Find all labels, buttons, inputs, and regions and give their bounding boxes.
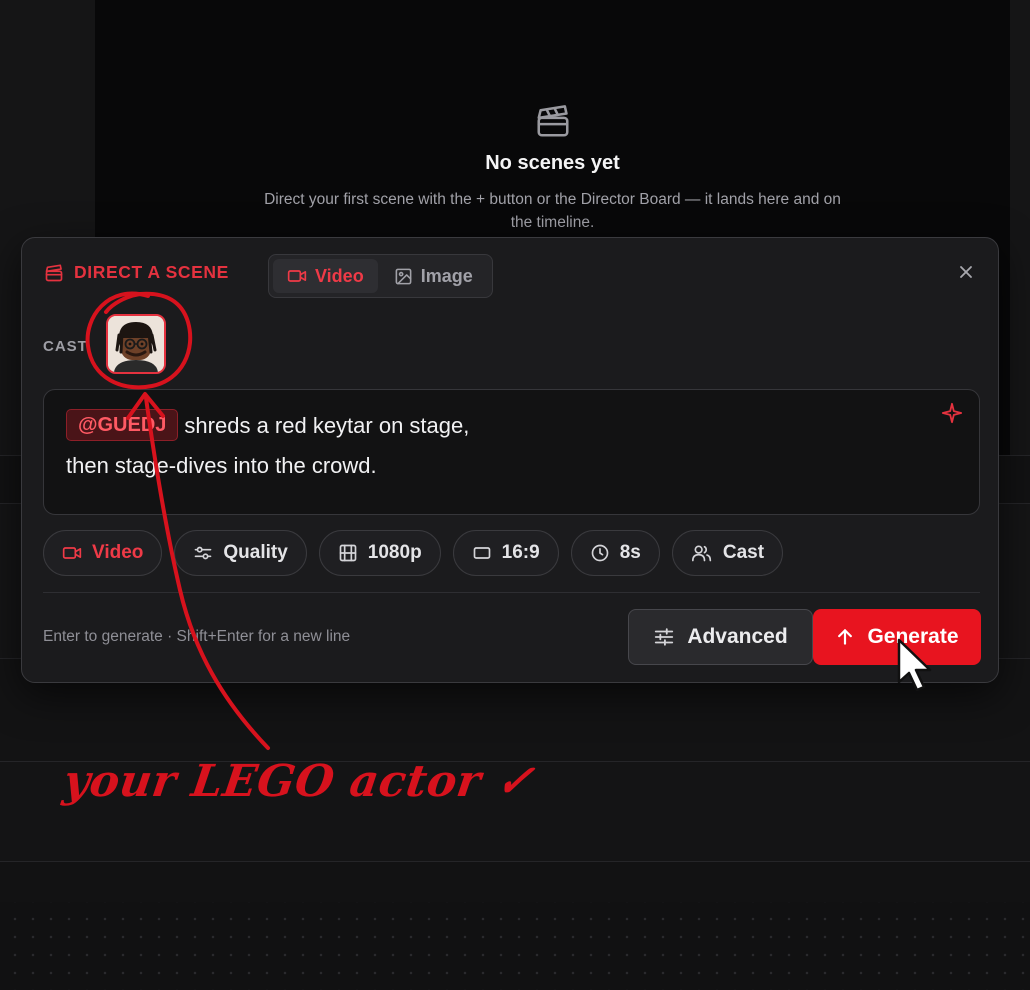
tab-image[interactable]: Image xyxy=(380,259,487,293)
advanced-label: Advanced xyxy=(687,625,788,648)
keyboard-hint: Enter to generate · Shift+Enter for a ne… xyxy=(43,628,351,645)
close-icon[interactable] xyxy=(956,262,976,282)
empty-state-description: Direct your first scene with the + butto… xyxy=(264,191,841,231)
prompt-line-1: @GUEDJ shreds a red keytar on stage, xyxy=(66,406,957,446)
chip-label: Cast xyxy=(722,542,765,563)
modal-title: DIRECT A SCENE xyxy=(44,262,229,283)
annotation-label: your LEGO actor ✓ xyxy=(60,756,538,807)
cast-avatar[interactable] xyxy=(106,314,166,374)
settings-sliders-icon xyxy=(655,628,674,646)
arrow-up-icon xyxy=(838,629,853,645)
timeline-track xyxy=(0,861,1030,902)
prompt-text-1: shreds a red keytar on stage, xyxy=(184,413,470,438)
clapperboard-icon xyxy=(536,105,569,137)
tab-video-label: Video xyxy=(315,265,364,286)
video-icon xyxy=(287,270,307,282)
chip-video[interactable]: Video xyxy=(43,530,163,576)
chip-aspect-ratio[interactable]: 16:9 xyxy=(452,530,559,576)
cast-mention-tag[interactable]: @GUEDJ xyxy=(66,409,179,441)
clock-icon xyxy=(591,544,609,562)
prompt-line-2: then stage-dives into the crowd. xyxy=(66,453,377,478)
image-icon xyxy=(395,268,412,284)
mouse-cursor-icon xyxy=(897,638,932,692)
mode-toggle: Video Image xyxy=(268,254,493,298)
chip-quality[interactable]: Quality xyxy=(174,530,307,576)
direct-scene-modal: DIRECT A SCENE Video Image CAST @GUEDJ s… xyxy=(21,237,999,683)
sliders-icon xyxy=(195,546,212,560)
sparkle-icon[interactable] xyxy=(941,402,963,424)
aspect-ratio-icon xyxy=(473,547,491,559)
chip-label: 8s xyxy=(619,542,641,563)
prompt-editor[interactable]: @GUEDJ shreds a red keytar on stage, then… xyxy=(43,389,980,515)
chip-label: Quality xyxy=(223,542,288,563)
tab-video[interactable]: Video xyxy=(273,259,378,293)
chip-cast[interactable]: Cast xyxy=(671,530,784,576)
video-icon xyxy=(62,547,82,559)
advanced-button[interactable]: Advanced xyxy=(628,609,813,665)
modal-header: DIRECT A SCENE Video Image xyxy=(22,238,998,308)
chip-label: 1080p xyxy=(367,542,422,563)
users-icon xyxy=(691,545,712,562)
cast-label: CAST xyxy=(43,338,88,355)
chip-label: 16:9 xyxy=(501,542,540,563)
chip-label: Video xyxy=(92,542,144,563)
chip-resolution[interactable]: 1080p xyxy=(318,530,441,576)
settings-chips: Video Quality 1080p 16:9 8s Cast xyxy=(43,530,784,576)
chip-duration[interactable]: 8s xyxy=(570,530,660,576)
lego-actor-portrait xyxy=(108,316,164,372)
footer-divider xyxy=(43,592,980,593)
tab-image-label: Image xyxy=(420,265,473,286)
modal-title-text: DIRECT A SCENE xyxy=(74,262,229,282)
dotted-canvas xyxy=(0,902,1030,990)
film-icon xyxy=(339,544,357,562)
empty-state-title: No scenes yet xyxy=(485,152,620,174)
clapperboard-icon xyxy=(45,264,63,281)
empty-state: No scenes yet Direct your first scene wi… xyxy=(95,102,1010,234)
